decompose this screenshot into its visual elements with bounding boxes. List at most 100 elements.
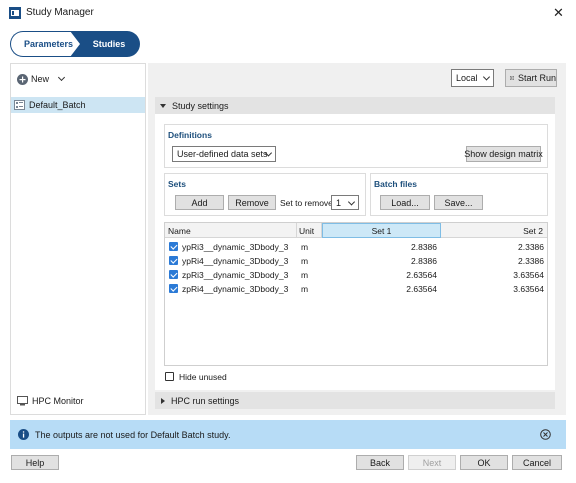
column-header-name-label: Name (168, 225, 191, 236)
study-icon (14, 100, 25, 110)
location-select[interactable]: Local (451, 69, 494, 87)
row-set2[interactable]: 2.3386 (518, 256, 544, 266)
study-settings-title: Study settings (172, 100, 229, 111)
play-icon (510, 76, 514, 80)
column-header-name[interactable]: Name (165, 223, 297, 238)
add-set-label: Add (191, 197, 208, 208)
ok-label: OK (477, 457, 491, 468)
save-label: Save... (444, 197, 473, 208)
breadcrumb-parameters-label: Parameters (23, 39, 74, 49)
save-button[interactable]: Save... (434, 195, 483, 210)
breadcrumb-parameters[interactable]: Parameters (10, 31, 80, 57)
table-row[interactable]: ypRi4__dynamic_3Dbody_3 m 2.8386 2.3386 (165, 254, 547, 267)
row-set1[interactable]: 2.63564 (406, 284, 437, 294)
monitor-icon (17, 396, 28, 406)
column-header-set1[interactable]: Set 1 (322, 223, 441, 238)
hpc-run-settings-header[interactable]: HPC run settings (155, 392, 555, 409)
load-button[interactable]: Load... (380, 195, 430, 210)
hpc-run-settings-title: HPC run settings (171, 395, 240, 406)
next-label: Next (422, 457, 442, 468)
study-settings-header[interactable]: Study settings (155, 97, 555, 114)
cancel-button[interactable]: Cancel (512, 455, 562, 470)
close-icon[interactable]: ✕ (553, 5, 564, 21)
new-button-label: New (31, 74, 50, 84)
definitions-title: Definitions (168, 130, 212, 140)
row-set1[interactable]: 2.8386 (411, 242, 437, 252)
sidebar-item-default-batch[interactable]: Default_Batch (11, 97, 145, 113)
column-header-set1-label: Set 1 (371, 225, 392, 236)
back-button[interactable]: Back (356, 455, 404, 470)
hpc-monitor-label: HPC Monitor (32, 396, 84, 406)
table-row[interactable]: ypRi3__dynamic_3Dbody_3 m 2.8386 2.3386 (165, 240, 547, 253)
chevron-down-icon[interactable] (57, 73, 66, 81)
start-run-label: Start Run (517, 73, 556, 83)
row-checkbox[interactable] (169, 242, 178, 251)
row-name: zpRi4__dynamic_3Dbody_3 (182, 284, 289, 294)
row-checkbox[interactable] (169, 270, 178, 279)
row-checkbox[interactable] (169, 256, 178, 265)
info-message: The outputs are not used for Default Bat… (35, 429, 231, 440)
set-to-remove-value: 1 (336, 197, 342, 208)
row-name: zpRi3__dynamic_3Dbody_3 (182, 270, 289, 280)
column-header-set2-label: Set 2 (523, 225, 543, 236)
row-checkbox[interactable] (169, 284, 178, 293)
definitions-mode-value: User-defined data sets (177, 149, 268, 159)
chevron-down-icon (347, 197, 356, 206)
title-bar: Study Manager ✕ (0, 0, 576, 26)
row-name: ypRi4__dynamic_3Dbody_3 (182, 256, 289, 266)
breadcrumb-studies-label: Studies (92, 39, 126, 49)
column-header-unit-label: Unit (299, 225, 315, 236)
hide-unused-label: Hide unused (179, 372, 227, 382)
hide-unused-checkbox[interactable] (165, 372, 174, 381)
remove-set-label: Remove (235, 197, 269, 208)
sets-title: Sets (168, 179, 186, 189)
add-set-button[interactable]: Add (175, 195, 224, 210)
row-unit: m (301, 256, 309, 266)
table-header: Name Unit Set 1 Set 2 (165, 223, 547, 238)
next-button[interactable]: Next (408, 455, 456, 470)
row-set1[interactable]: 2.63564 (406, 270, 437, 280)
remove-set-button[interactable]: Remove (228, 195, 276, 210)
location-select-value: Local (456, 73, 478, 83)
chevron-down-icon (482, 73, 491, 81)
set-to-remove-label: Set to remove (280, 198, 333, 208)
help-label: Help (25, 457, 45, 468)
back-label: Back (369, 457, 390, 468)
start-run-button[interactable]: Start Run (505, 69, 557, 87)
column-header-set2[interactable]: Set 2 (441, 223, 547, 238)
definitions-mode-select[interactable]: User-defined data sets (172, 146, 276, 162)
ok-button[interactable]: OK (460, 455, 508, 470)
row-set2[interactable]: 2.3386 (518, 242, 544, 252)
row-unit: m (301, 242, 309, 252)
expand-triangle-icon (160, 103, 166, 108)
dismiss-icon[interactable] (540, 429, 551, 440)
batch-files-title: Batch files (374, 179, 417, 189)
table-row[interactable]: zpRi3__dynamic_3Dbody_3 m 2.63564 3.6356… (165, 268, 547, 281)
sidebar: New Default_Batch HPC Monitor (10, 63, 146, 415)
row-unit: m (301, 284, 309, 294)
window-title: Study Manager (26, 7, 94, 18)
show-design-matrix-label: Show design matrix (464, 149, 543, 159)
row-name: ypRi3__dynamic_3Dbody_3 (182, 242, 289, 252)
set-to-remove-select[interactable]: 1 (331, 195, 359, 210)
table-row[interactable]: zpRi4__dynamic_3Dbody_3 m 2.63564 3.6356… (165, 282, 547, 295)
breadcrumb-studies[interactable]: Studies (70, 31, 140, 57)
app-icon (9, 7, 21, 19)
load-label: Load... (391, 197, 419, 208)
row-set1[interactable]: 2.8386 (411, 256, 437, 266)
row-unit: m (301, 270, 309, 280)
show-design-matrix-button[interactable]: Show design matrix (464, 146, 543, 162)
breadcrumb: Parameters Studies (10, 31, 142, 57)
hpc-monitor-button[interactable]: HPC Monitor (17, 396, 84, 406)
sidebar-item-label: Default_Batch (29, 100, 86, 110)
cancel-label: Cancel (522, 457, 551, 468)
row-set2[interactable]: 3.63564 (513, 284, 544, 294)
help-button[interactable]: Help (11, 455, 59, 470)
info-icon (18, 429, 29, 440)
info-bar: The outputs are not used for Default Bat… (10, 420, 566, 449)
row-set2[interactable]: 3.63564 (513, 270, 544, 280)
column-header-unit[interactable]: Unit (297, 223, 322, 238)
collapse-triangle-icon (161, 397, 165, 404)
add-icon (17, 73, 28, 85)
new-button[interactable]: New (17, 72, 66, 86)
